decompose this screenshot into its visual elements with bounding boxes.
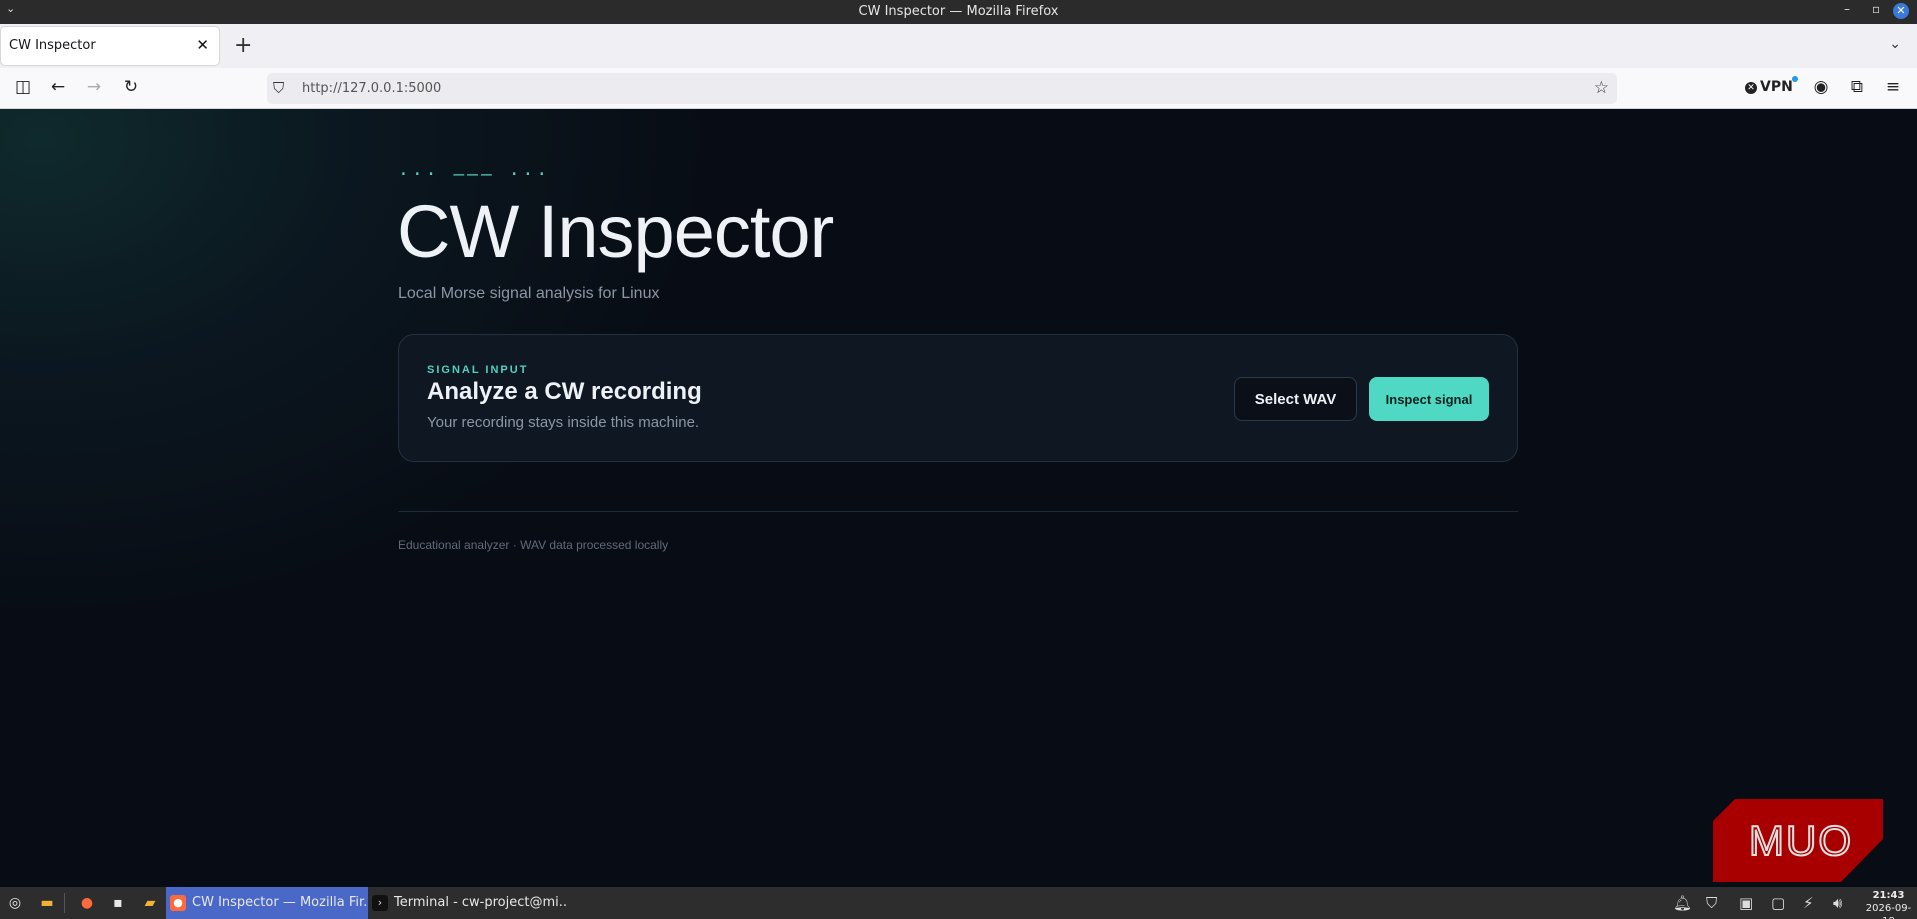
tab-strip: CW Inspector ✕ + ⌄ [0,24,1917,68]
task-firefox[interactable]: ● CW Inspector — Mozilla Fir... [166,887,368,919]
morse-decoration: ··· ––– ··· [398,164,551,185]
signal-input-card: SIGNAL INPUT Analyze a CW recording Your… [398,334,1518,462]
vpn-button[interactable]: ✕ VPN [1745,76,1798,95]
svg-text:MUO: MUO [1749,817,1853,864]
firefox-task-icon: ● [170,895,186,911]
vpn-label: VPN [1760,79,1793,95]
vpn-off-icon: ✕ [1745,82,1757,94]
volume-icon[interactable]: 🔊︎ [1833,894,1842,912]
forward-icon[interactable]: → [83,77,105,97]
back-icon[interactable]: ← [47,77,69,97]
taskbar-separator [64,893,65,913]
clock-time: 21:43 [1872,890,1905,901]
task-label: CW Inspector — Mozilla Fir... [192,895,368,910]
window-switch-icon[interactable]: ▢ [1771,894,1785,912]
app-menu-icon[interactable]: ≡ [1882,77,1904,97]
clock[interactable]: 21:43 2026-09-18 [1860,889,1917,919]
page-title: CW Inspector [397,190,834,273]
folder-launcher-icon[interactable]: ▰ [139,892,161,914]
url-text[interactable]: http://127.0.0.1:5000 [302,81,441,96]
card-description: Your recording stays inside this machine… [427,414,700,431]
tab-close-icon[interactable]: ✕ [196,36,209,54]
page-subtitle: Local Morse signal analysis for Linux [398,285,660,302]
footer-note: Educational analyzer · WAV data processe… [398,538,669,552]
window-titlebar: ⌄ CW Inspector — Mozilla Firefox – ▫ ✕ [0,0,1917,24]
card-title: Analyze a CW recording [427,378,702,405]
muo-watermark-logo: MUO [1713,799,1883,882]
files-launcher-icon[interactable]: ▬ [36,892,58,914]
page-content: ··· ––– ··· CW Inspector Local Morse sig… [0,109,1917,887]
sidebar-icon[interactable]: ◫ [12,77,34,97]
tab-label: CW Inspector [9,38,96,53]
task-terminal[interactable]: › Terminal - cw-project@mi... [368,887,568,919]
taskbar: ◎ ▬ ● ▪ ▰ ● CW Inspector — Mozilla Fir..… [0,887,1917,919]
inspect-signal-button[interactable]: Inspect signal [1369,377,1489,421]
terminal-task-icon: › [372,895,388,911]
power-icon[interactable]: ⚡ [1803,894,1814,912]
extensions-icon[interactable]: ⧉ [1846,77,1868,97]
reload-icon[interactable]: ↻ [120,77,142,97]
navigation-toolbar: ◫ ← → ↻ ⛉ http://127.0.0.1:5000 ☆ ✕ VPN ◉… [0,68,1917,109]
start-menu-icon[interactable]: ◎ [4,892,26,914]
security-shield-icon[interactable]: ⛉ [1706,894,1717,912]
minimize-icon[interactable]: – [1844,2,1850,16]
footer-divider [398,511,1518,512]
task-label: Terminal - cw-project@mi... [394,895,568,910]
notifications-bell-icon[interactable]: 🔔︎ [1673,894,1692,912]
terminal-launcher-icon[interactable]: ▪ [107,892,129,914]
clock-date: 2026-09-18 [1865,903,1912,919]
account-icon[interactable]: ◉ [1810,77,1832,97]
select-wav-button[interactable]: Select WAV [1234,377,1357,421]
tab-cw-inspector[interactable]: CW Inspector ✕ [1,27,219,65]
card-eyebrow: SIGNAL INPUT [427,364,529,376]
maximize-icon[interactable]: ▫ [1872,2,1880,16]
bookmark-star-icon[interactable]: ☆ [1594,78,1609,98]
close-window-icon[interactable]: ✕ [1893,3,1909,19]
site-info-shield-icon[interactable]: ⛉ [273,79,284,97]
address-bar[interactable]: ⛉ http://127.0.0.1:5000 ☆ [267,73,1617,104]
clipboard-icon[interactable]: ▣ [1739,894,1753,912]
vpn-notification-dot [1791,76,1798,82]
firefox-launcher-icon[interactable]: ● [76,892,98,914]
list-tabs-icon[interactable]: ⌄ [1889,36,1901,52]
window-title: CW Inspector — Mozilla Firefox [858,4,1059,19]
new-tab-icon[interactable]: + [234,32,252,60]
